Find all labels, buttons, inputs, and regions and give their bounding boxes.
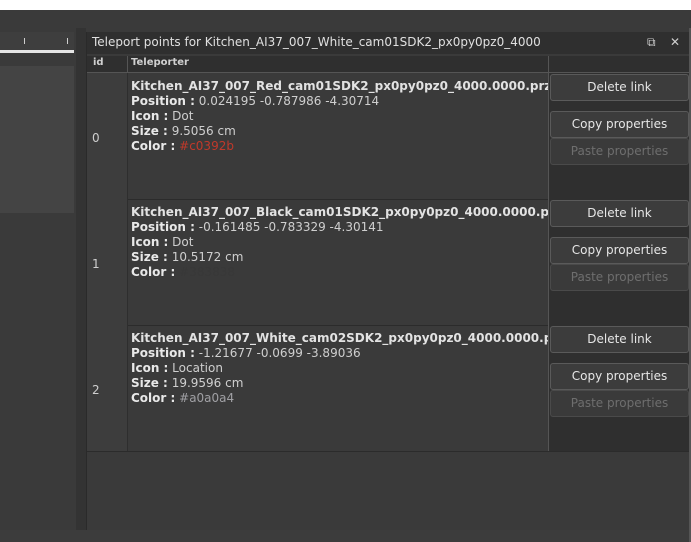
- position-line: Position : -1.21677 -0.0699 -3.89036: [131, 346, 546, 361]
- bottom-strip: [0, 530, 691, 542]
- row-id: 0: [92, 131, 100, 145]
- paste-properties-button[interactable]: Paste properties: [550, 264, 689, 291]
- row-actions: Delete link Copy properties Paste proper…: [548, 199, 691, 325]
- icon-label: Icon :: [131, 109, 169, 123]
- color-value: #a0a0a4: [179, 391, 235, 405]
- delete-link-button[interactable]: Delete link: [550, 74, 689, 101]
- row-actions: Delete link Copy properties Paste proper…: [548, 73, 691, 199]
- dialog-titlebar[interactable]: Teleport points for Kitchen_AI37_007_Whi…: [87, 32, 690, 54]
- color-line: Color : #a0a0a4: [131, 391, 546, 406]
- copy-properties-button[interactable]: Copy properties: [550, 363, 689, 390]
- size-line: Size : 19.9596 cm: [131, 376, 546, 391]
- position-value: -1.21677 -0.0699 -3.89036: [198, 346, 361, 360]
- position-value: 0.024195 -0.787986 -4.30714: [198, 94, 380, 108]
- top-window-strip: [0, 0, 691, 10]
- teleporter-cell: Kitchen_AI37_007_Red_cam01SDK2_px0py0pz0…: [131, 79, 552, 154]
- size-line: Size : 9.5056 cm: [131, 124, 546, 139]
- position-label: Position :: [131, 346, 195, 360]
- color-label: Color :: [131, 265, 176, 279]
- color-label: Color :: [131, 139, 176, 153]
- panel-divider[interactable]: [76, 28, 86, 542]
- size-value: 9.5056 cm: [171, 124, 236, 138]
- teleporter-filename: Kitchen_AI37_007_Red_cam01SDK2_px0py0pz0…: [131, 79, 552, 93]
- icon-value: Dot: [172, 235, 194, 249]
- row-id: 1: [92, 257, 100, 271]
- ruler-tick: [67, 38, 68, 44]
- table-row[interactable]: 1 Kitchen_AI37_007_Black_cam01SDK2_px0py…: [87, 199, 691, 326]
- position-line: Position : -0.161485 -0.783329 -4.30141: [131, 220, 546, 235]
- icon-value: Location: [172, 361, 223, 375]
- position-label: Position :: [131, 220, 195, 234]
- column-separator[interactable]: [548, 56, 549, 72]
- column-separator[interactable]: [127, 56, 128, 72]
- position-label: Position :: [131, 94, 195, 108]
- copy-properties-button[interactable]: Copy properties: [550, 111, 689, 138]
- teleport-points-dialog: Teleport points for Kitchen_AI37_007_Whi…: [86, 32, 691, 530]
- color-value: #c0392b: [179, 139, 234, 153]
- id-cell: 0: [87, 73, 128, 199]
- icon-value: Dot: [172, 109, 194, 123]
- size-label: Size :: [131, 250, 168, 264]
- left-panel: [0, 66, 74, 213]
- icon-label: Icon :: [131, 235, 169, 249]
- id-cell: 2: [87, 325, 128, 451]
- color-value: #383838: [179, 265, 236, 279]
- icon-line: Icon : Dot: [131, 235, 546, 250]
- size-label: Size :: [131, 376, 168, 390]
- size-line: Size : 10.5172 cm: [131, 250, 546, 265]
- column-header-id[interactable]: id: [93, 57, 104, 68]
- color-line: Color : #383838: [131, 265, 546, 280]
- size-value: 19.9596 cm: [171, 376, 244, 390]
- size-label: Size :: [131, 124, 168, 138]
- table-row[interactable]: 2 Kitchen_AI37_007_White_cam02SDK2_px0py…: [87, 325, 691, 452]
- timeline-ruler[interactable]: [0, 32, 74, 53]
- position-value: -0.161485 -0.783329 -4.30141: [198, 220, 384, 234]
- position-line: Position : 0.024195 -0.787986 -4.30714: [131, 94, 546, 109]
- close-icon[interactable]: ✕: [670, 35, 680, 49]
- teleporter-filename: Kitchen_AI37_007_White_cam02SDK2_px0py0p…: [131, 331, 566, 345]
- teleport-table: id Teleporter 0 Kitchen_AI37_007_Red_cam…: [87, 56, 691, 530]
- column-header-teleporter[interactable]: Teleporter: [131, 57, 189, 68]
- delete-link-button[interactable]: Delete link: [550, 200, 689, 227]
- teleporter-filename: Kitchen_AI37_007_Black_cam01SDK2_px0py0p…: [131, 205, 562, 219]
- dialog-title: Teleport points for Kitchen_AI37_007_Whi…: [92, 35, 541, 49]
- icon-label: Icon :: [131, 361, 169, 375]
- row-actions: Delete link Copy properties Paste proper…: [548, 325, 691, 451]
- teleporter-cell: Kitchen_AI37_007_White_cam02SDK2_px0py0p…: [131, 331, 566, 406]
- id-cell: 1: [87, 199, 128, 325]
- delete-link-button[interactable]: Delete link: [550, 326, 689, 353]
- icon-line: Icon : Dot: [131, 109, 546, 124]
- row-id: 2: [92, 383, 100, 397]
- teleporter-cell: Kitchen_AI37_007_Black_cam01SDK2_px0py0p…: [131, 205, 562, 280]
- paste-properties-button[interactable]: Paste properties: [550, 138, 689, 165]
- color-line: Color : #c0392b: [131, 139, 546, 154]
- table-header: id Teleporter: [87, 56, 690, 73]
- copy-properties-button[interactable]: Copy properties: [550, 237, 689, 264]
- ruler-tick: [24, 38, 25, 44]
- color-label: Color :: [131, 391, 176, 405]
- paste-properties-button[interactable]: Paste properties: [550, 390, 689, 417]
- icon-line: Icon : Location: [131, 361, 546, 376]
- table-row[interactable]: 0 Kitchen_AI37_007_Red_cam01SDK2_px0py0p…: [87, 73, 691, 200]
- size-value: 10.5172 cm: [171, 250, 244, 264]
- restore-icon[interactable]: ⧉: [647, 35, 656, 49]
